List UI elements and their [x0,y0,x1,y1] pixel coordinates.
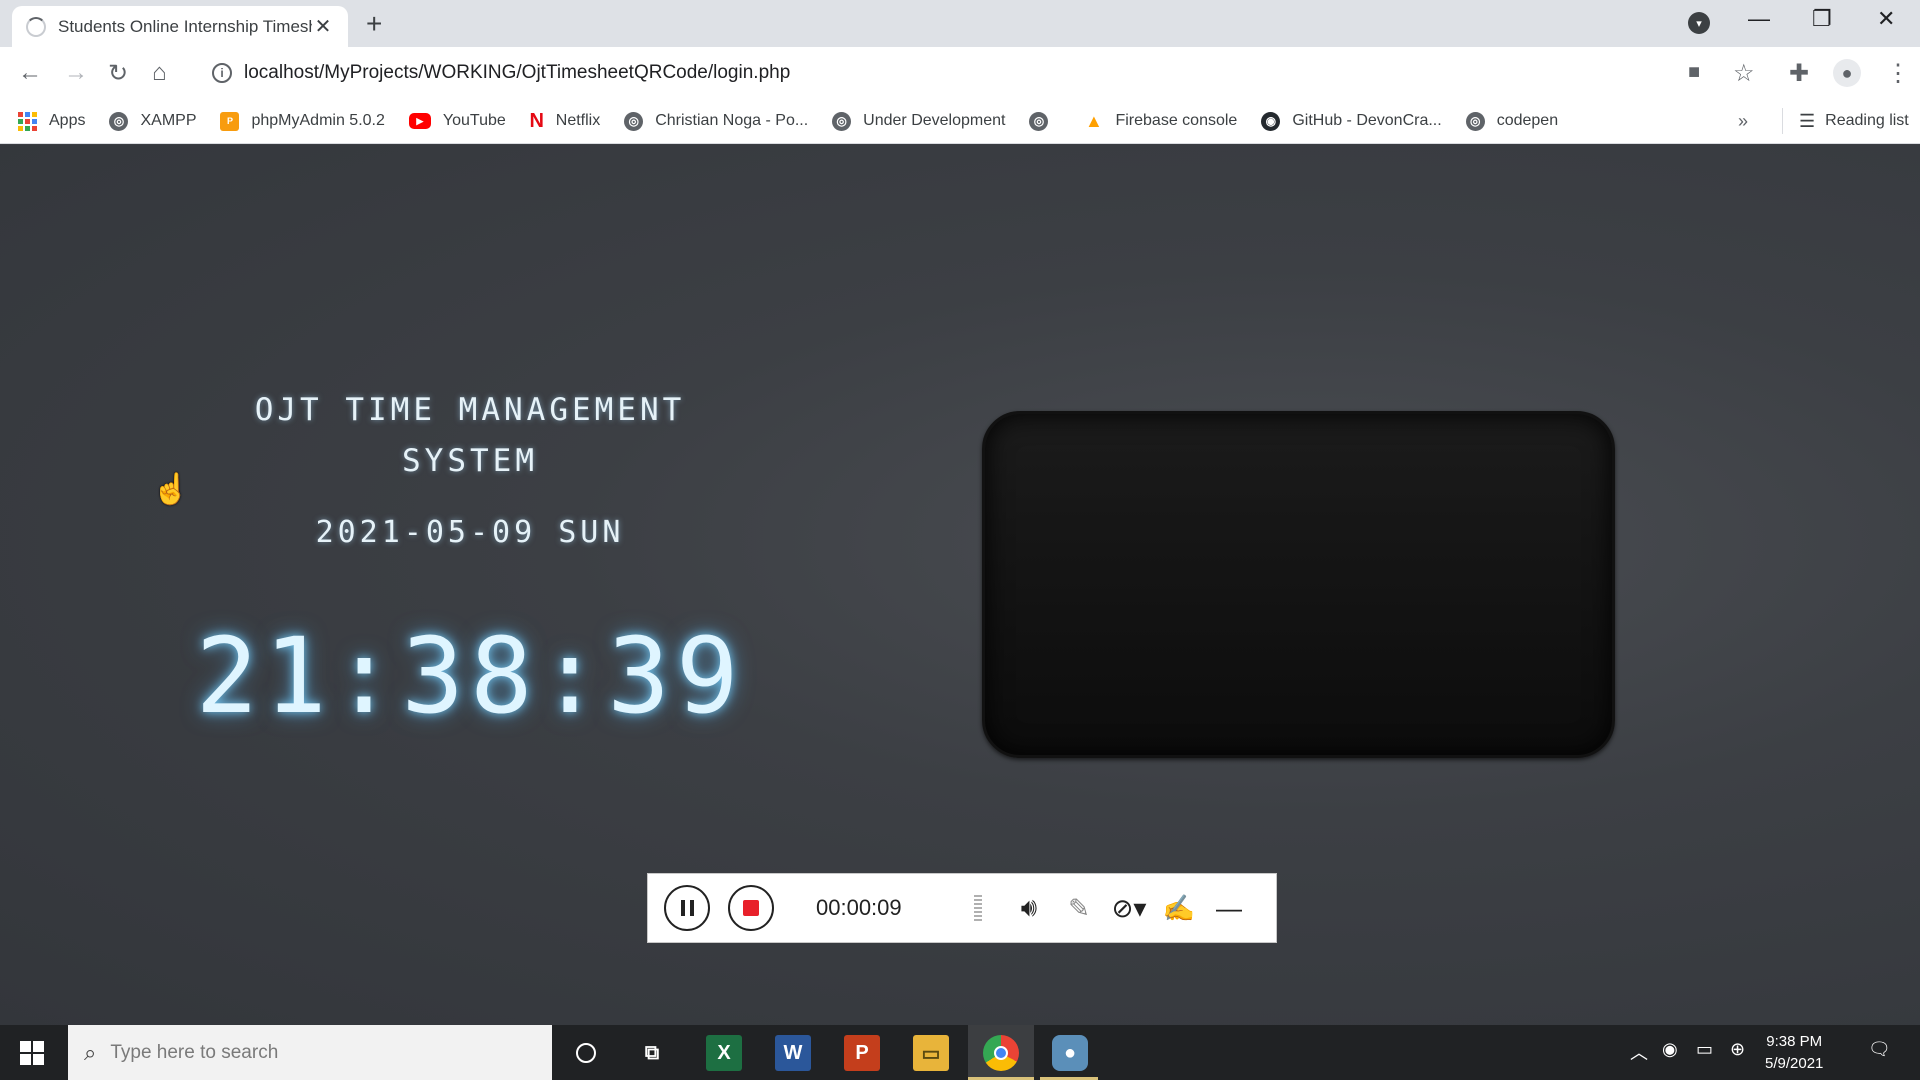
battery-icon[interactable]: ▭ [1696,1039,1713,1060]
netflix-icon: N [529,109,544,132]
bookmark-netflix[interactable]: N Netflix [529,109,601,132]
bookmark-christian-noga[interactable]: ◎ Christian Noga - Po... [624,111,808,131]
apps-grid-icon [18,111,37,131]
network-globe-icon[interactable]: ⊕ [1730,1039,1745,1060]
bookmark-apps[interactable]: Apps [18,111,85,131]
powerpoint-icon[interactable]: P [844,1035,880,1071]
firebase-icon: ▲ [1085,110,1103,131]
youtube-icon: ▶ [408,113,431,129]
cortana-icon[interactable] [568,1035,604,1071]
tab-search-icon[interactable]: ▾ [1688,12,1710,34]
bookmark-github[interactable]: ◉ GitHub - DevonCra... [1261,111,1442,131]
browser-tabstrip: Students Online Internship Timesheet ✕ +… [0,0,1920,47]
bookmark-youtube[interactable]: ▶ YouTube [408,112,506,130]
clock-display: 21:38:39 [195,615,745,737]
globe-icon: ◎ [109,111,129,131]
profile-avatar-icon[interactable]: ● [1833,59,1861,87]
forward-icon[interactable]: → [64,59,88,87]
github-icon: ◉ [1261,111,1281,131]
task-view-icon[interactable]: ⧉ [634,1035,670,1071]
speaker-icon[interactable]: 🔊︎ [1004,892,1054,924]
browser-tab[interactable]: Students Online Internship Timesheet ✕ [12,6,348,47]
pause-icon [680,900,694,916]
recording-elapsed-time: 00:00:09 [816,895,902,920]
chrome-menu-icon[interactable]: ⋮ [1886,59,1910,88]
screen-recorder-toolbar: 00:00:09 🔊︎ ✎ ⊘▾ ✍ — [647,873,1277,943]
home-icon[interactable]: ⌂ [152,59,167,87]
page-title: OJT TIME MANAGEMENT SYSTEM [254,392,686,479]
webcam-off-icon[interactable]: ⊘▾ [1104,893,1154,924]
reading-list-button[interactable]: ☰ Reading list [1782,108,1909,134]
excel-icon[interactable]: X [706,1035,742,1071]
site-info-icon[interactable]: i [212,63,232,83]
minimize-icon[interactable]: — [1748,6,1770,32]
more-bookmarks-icon[interactable]: » [1738,111,1748,132]
windows-start-icon[interactable] [20,1041,44,1065]
restore-icon[interactable]: ❐ [1812,6,1832,32]
close-window-icon[interactable]: ✕ [1877,6,1895,32]
date-display: 2021-05-09 SUN [315,515,625,550]
bookmark-unnamed[interactable]: ◎ [1029,111,1060,131]
extensions-icon[interactable]: ✚ [1789,59,1809,88]
bookmarks-bar: Apps ◎ XAMPP P phpMyAdmin 5.0.2 ▶ YouTub… [0,99,1920,144]
back-icon[interactable]: ← [18,59,42,87]
chrome-icon[interactable] [983,1035,1019,1071]
tray-recorder-icon[interactable]: ◉ [1662,1039,1678,1060]
screen-recorder-app-icon[interactable]: ● [1052,1035,1088,1071]
file-explorer-icon[interactable]: ▭ [913,1035,949,1071]
loading-spinner-icon [26,16,46,37]
pause-button[interactable] [664,885,710,931]
pma-icon: P [220,111,240,131]
taskbar-clock[interactable]: 9:38 PM 5/9/2021 [1765,1031,1823,1075]
taskbar-date: 5/9/2021 [1765,1055,1824,1072]
tab-title: Students Online Internship Timesheet [58,16,312,36]
reading-list-icon: ☰ [1799,110,1816,131]
globe-icon: ◎ [624,111,644,131]
globe-icon: ◎ [1465,111,1485,131]
url-text: localhost/MyProjects/WORKING/OjtTimeshee… [244,62,791,83]
hand-cursor-icon: ☝ [152,473,190,506]
word-icon[interactable]: W [775,1035,811,1071]
address-bar[interactable]: i localhost/MyProjects/WORKING/OjtTimesh… [200,52,1670,94]
search-placeholder: Type here to search [110,1041,279,1063]
new-tab-button[interactable]: + [366,8,382,40]
show-hidden-icons-icon[interactable]: ︿ [1630,1039,1648,1065]
globe-icon: ◎ [832,111,852,131]
bookmark-star-icon[interactable]: ☆ [1733,59,1755,88]
draw-pen-icon[interactable]: ✍ [1154,893,1204,924]
taskbar-time: 9:38 PM [1766,1033,1823,1050]
globe-icon: ◎ [1029,111,1049,131]
qr-scanner-viewport [982,411,1615,758]
windows-taskbar: ⌕ Type here to search ⧉ X W P ▭ ● ︿ ◉ ▭ … [0,1025,1920,1080]
notifications-icon[interactable]: 🗨︎ [1868,1039,1891,1060]
microphone-off-icon[interactable]: ✎ [1054,893,1104,924]
bookmark-phpmyadmin[interactable]: P phpMyAdmin 5.0.2 [220,111,385,131]
reload-icon[interactable]: ↻ [108,59,128,88]
bookmark-xampp[interactable]: ◎ XAMPP [109,111,196,131]
stop-button[interactable] [728,885,774,931]
minimize-recorder-icon[interactable]: — [1204,893,1254,924]
bookmark-firebase[interactable]: ▲ Firebase console [1084,110,1237,131]
stop-icon [743,900,759,916]
drag-handle-icon[interactable] [974,895,982,921]
camera-icon[interactable]: ■ [1688,61,1700,84]
bookmark-codepen[interactable]: ◎ codepen [1465,111,1558,131]
search-icon: ⌕ [84,1039,97,1065]
taskbar-search-box[interactable]: ⌕ Type here to search [68,1025,552,1080]
bookmark-under-development[interactable]: ◎ Under Development [832,111,1005,131]
tab-close-icon[interactable]: ✕ [312,14,334,39]
browser-toolbar: ← → ↻ ⌂ i localhost/MyProjects/WORKING/O… [0,47,1920,99]
